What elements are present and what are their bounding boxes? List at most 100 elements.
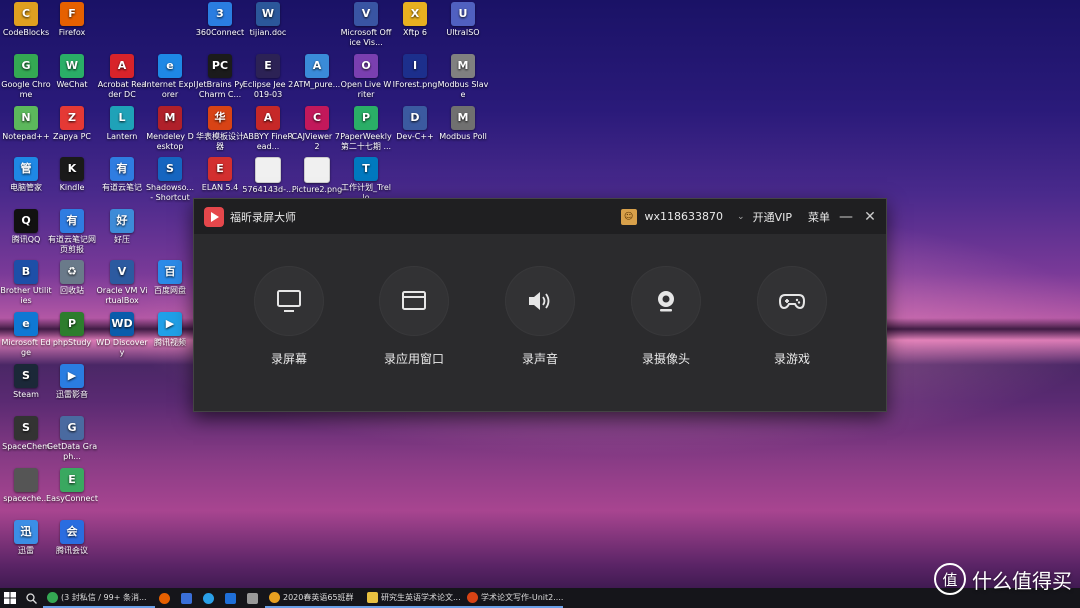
desktop-icon[interactable]: 好好压 [96, 209, 148, 245]
desktop-icon-label: 腾讯视频 [154, 338, 186, 347]
minimize-icon[interactable]: — [838, 209, 854, 225]
watermark-logo: 值 [934, 563, 966, 595]
desktop-icon[interactable]: 迅迅雷 [0, 520, 52, 556]
desktop-icon[interactable]: PphpStudy [46, 312, 98, 348]
desktop-icon[interactable]: C CAJViewer 7.2 [291, 106, 343, 152]
mode-circle[interactable] [254, 266, 324, 336]
desktop-icon[interactable]: O Open Live Writer [340, 54, 392, 100]
taskbar-task-browser[interactable]: (3 封私信 / 99+ 条消... [43, 588, 155, 608]
desktop-icon[interactable]: X Xftp 6 [389, 2, 441, 38]
desktop-icon[interactable]: E EasyConnect [46, 468, 98, 504]
desktop-icon[interactable]: ▶ 腾讯视频 [144, 312, 196, 348]
taskbar-task-qq-group[interactable]: 2020春英语65班群 [265, 588, 363, 608]
desktop-icon[interactable]: A Acrobat Reader DC [96, 54, 148, 100]
vip-button[interactable]: 开通VIP [753, 209, 792, 225]
desktop-icon[interactable]: N Notepad++ [0, 106, 52, 142]
desktop-icon[interactable]: M Mendeley Desktop [144, 106, 196, 152]
desktop-icon[interactable]: e Microsoft Edge [0, 312, 52, 358]
chevron-down-icon[interactable]: ⌄ [737, 212, 745, 222]
desktop-icon[interactable]: e Internet Explorer [144, 54, 196, 100]
desktop-icon[interactable]: M Modbus Poll [437, 106, 489, 142]
desktop-icon[interactable]: V Oracle VM VirtualBox [96, 260, 148, 306]
monitor-icon [277, 290, 301, 312]
desktop-icon[interactable]: C CodeBlocks [0, 2, 52, 38]
close-icon[interactable]: ✕ [862, 209, 878, 225]
desktop-icon[interactable]: 百百度网盘 [144, 260, 196, 296]
desktop-icon-label: Zapya PC [52, 132, 92, 141]
taskbar-firefox[interactable] [155, 588, 177, 608]
desktop-icon[interactable]: P PaperWeekly 第二十七期 ... [340, 106, 392, 152]
desktop-icon[interactable]: A ATM_pure... [291, 54, 343, 90]
desktop-icon[interactable]: E Eclipse Jee 2019-03 [242, 54, 294, 100]
taskbar-pin[interactable] [243, 588, 265, 608]
speaker-icon [529, 292, 550, 310]
desktop-icon[interactable]: S Steam [0, 364, 52, 400]
taskbar-pin[interactable] [221, 588, 243, 608]
mode-circle[interactable] [757, 266, 827, 336]
menu-button[interactable]: 菜单 [808, 209, 830, 225]
desktop-icon-label: Modbus Slave [437, 80, 489, 99]
app-icon: W [256, 2, 280, 26]
desktop-icon[interactable]: I IForest.png [389, 54, 441, 90]
desktop-icon[interactable]: M Modbus Slave [437, 54, 489, 100]
desktop-icon[interactable]: WD WD Discovery [96, 312, 148, 358]
desktop-icon[interactable]: G GetData Graph... [46, 416, 98, 462]
desktop-icon[interactable]: K Kindle [46, 157, 98, 193]
mode-circle[interactable] [631, 266, 701, 336]
mode-record-audio[interactable]: 录声音 [485, 266, 595, 367]
desktop-icon-label: Picture2.png [291, 185, 343, 194]
app-icon: e [158, 54, 182, 78]
desktop-icon[interactable]: S SpaceChem [0, 416, 52, 452]
desktop-icon[interactable]: F Firefox [46, 2, 98, 38]
desktop-icon[interactable]: Z Zapya PC [46, 106, 98, 142]
desktop-icon[interactable]: V Microsoft Office Vis... [340, 2, 392, 48]
desktop-icon[interactable]: T工作计划_Trello [340, 157, 392, 203]
desktop-icon[interactable]: E ELAN 5.4 [194, 157, 246, 193]
desktop-icon-label: 好压 [114, 235, 130, 244]
folder-icon [367, 591, 378, 603]
start-button[interactable] [0, 588, 20, 608]
desktop-icon[interactable]: D Dev-C++ [389, 106, 441, 142]
desktop-icon[interactable]: W WeChat [46, 54, 98, 90]
desktop-icon-label: 电脑管家 [10, 183, 42, 192]
desktop-icon[interactable]: spaceche... [0, 468, 52, 504]
desktop-icon[interactable]: 华华表模板设计器 [194, 106, 246, 152]
recorder-window: 福昕录屏大师 ☺ wx118633870 ⌄ 开通VIP 菜单 — ✕ 录屏幕 [193, 198, 887, 412]
taskbar-task-folder[interactable]: 研究生英语学术论文... [363, 588, 463, 608]
desktop-icon[interactable]: Picture2.png [291, 157, 343, 195]
app-icon: M [451, 54, 475, 78]
desktop-icon[interactable]: 3 360Connect [194, 2, 246, 38]
mode-record-game[interactable]: 录游戏 [737, 266, 847, 367]
search-icon[interactable] [20, 588, 43, 608]
desktop-icon[interactable]: 有有道云笔记网页剪报 [46, 209, 98, 255]
taskbar-pin[interactable] [199, 588, 221, 608]
desktop-icon[interactable]: ▶ 迅雷影音 [46, 364, 98, 400]
username[interactable]: wx118633870 [645, 210, 724, 223]
mode-circle[interactable] [379, 266, 449, 336]
desktop-icon[interactable]: L Lantern [96, 106, 148, 142]
desktop-icon[interactable]: U UltraISO [437, 2, 489, 38]
desktop-icon[interactable]: S Shadowso... - Shortcut [144, 157, 196, 203]
mode-circle[interactable] [505, 266, 575, 336]
desktop-icon[interactable]: Q 腾讯QQ [0, 209, 52, 245]
desktop-icon[interactable]: 管电脑管家 [0, 157, 52, 193]
desktop-icon[interactable]: 会腾讯会议 [46, 520, 98, 556]
mode-record-screen[interactable]: 录屏幕 [234, 266, 344, 367]
taskbar-task-ppt[interactable]: 学术论文写作-Unit2.... [463, 588, 563, 608]
desktop-icon[interactable]: 有有道云笔记 [96, 157, 148, 193]
recorder-titlebar[interactable]: 福昕录屏大师 ☺ wx118633870 ⌄ 开通VIP 菜单 — ✕ [194, 199, 886, 234]
desktop-icon-label: 有道云笔记网页剪报 [48, 235, 96, 254]
app-icon: U [451, 2, 475, 26]
desktop-icon[interactable]: PC JetBrains PyCharm C... [194, 54, 246, 100]
taskbar-pin[interactable] [177, 588, 199, 608]
desktop-icon[interactable]: Wtijian.doc [242, 2, 294, 38]
desktop-icon[interactable]: ♻ 回收站 [46, 260, 98, 296]
mode-record-webcam[interactable]: 录摄像头 [611, 266, 721, 367]
desktop-icon[interactable]: A ABBYY FineRead... [242, 106, 294, 152]
app-icon: I [403, 54, 427, 78]
desktop-icon[interactable]: B Brother Utilities [0, 260, 52, 306]
desktop-icon[interactable]: G Google Chrome [0, 54, 52, 100]
mode-record-window[interactable]: 录应用窗口 [359, 266, 469, 367]
desktop-icon[interactable]: 5764143d-... [242, 157, 294, 195]
user-avatar[interactable]: ☺ [620, 208, 637, 225]
